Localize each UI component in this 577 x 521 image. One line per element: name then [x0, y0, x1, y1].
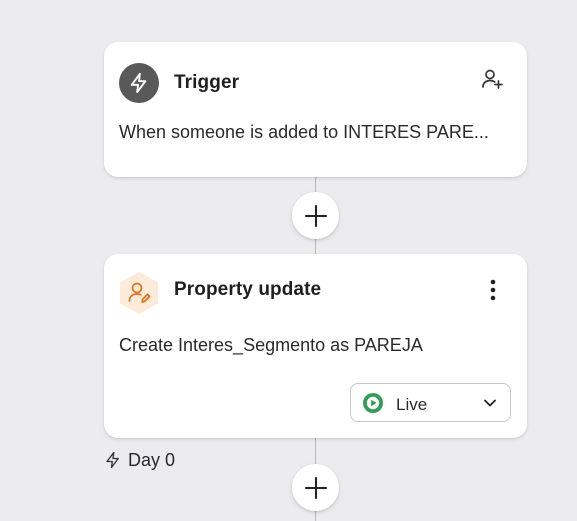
property-update-card[interactable]: Property update Create Interes_Segmento … — [104, 254, 527, 438]
property-update-description: Create Interes_Segmento as PAREJA — [119, 335, 423, 355]
play-circle-icon — [363, 393, 383, 413]
status-label: Live — [396, 395, 428, 414]
plus-icon — [304, 204, 327, 227]
lightning-icon — [119, 63, 159, 103]
delay-label: Day 0 — [104, 448, 175, 472]
trigger-card[interactable]: Trigger When someone is added to INTERES… — [104, 42, 527, 177]
status-dropdown[interactable]: Live — [350, 383, 511, 422]
plus-icon — [304, 476, 327, 499]
lightning-icon — [106, 451, 119, 469]
trigger-description: When someone is added to INTERES PARE... — [119, 122, 489, 142]
add-user-icon[interactable] — [479, 66, 505, 92]
property-update-title: Property update — [174, 279, 322, 300]
add-step-button[interactable] — [292, 192, 339, 239]
chevron-down-icon — [484, 399, 496, 407]
add-step-button[interactable] — [292, 464, 339, 511]
flow-canvas: Trigger When someone is added to INTERES… — [0, 0, 577, 521]
user-edit-icon — [118, 271, 160, 315]
trigger-title: Trigger — [174, 72, 240, 93]
more-vertical-icon[interactable] — [483, 276, 503, 304]
delay-text: Day 0 — [128, 449, 176, 470]
